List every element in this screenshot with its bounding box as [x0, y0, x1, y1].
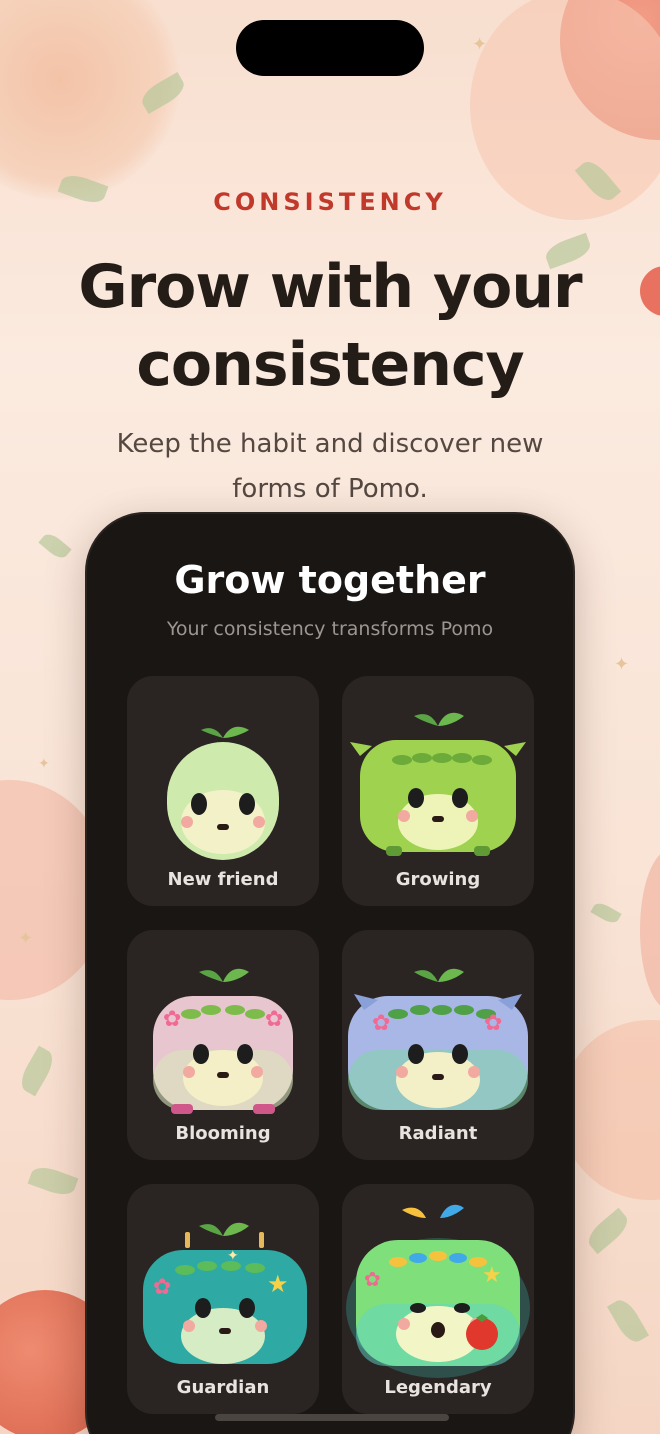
svg-text:✿: ✿: [484, 1011, 502, 1036]
stage-card: Growing: [342, 676, 534, 906]
stage-card: ✿ ✿ Blooming: [127, 930, 319, 1160]
leaf-icon: [15, 1045, 59, 1097]
stage-label: Growing: [395, 869, 481, 890]
pomo-guardian-icon: ✿ ★ ✦: [143, 1222, 307, 1364]
stage-label: Radiant: [398, 1123, 478, 1144]
svg-text:✿: ✿: [265, 1007, 283, 1032]
sparkle-icon: ✦: [18, 928, 34, 949]
svg-text:✿: ✿: [364, 1267, 381, 1291]
stage-card: ✿ ★ Legendary: [342, 1184, 534, 1414]
eyebrow-label: CONSISTENCY: [213, 188, 447, 216]
tomato-icon: [640, 266, 660, 316]
pomo-new-friend-icon: [167, 726, 279, 860]
sparkle-icon: ✦: [472, 34, 488, 55]
leaf-icon: [27, 1162, 79, 1200]
pomo-blooming-icon: ✿ ✿: [153, 968, 293, 1114]
stage-label: Legendary: [384, 1377, 492, 1398]
stage-card: ✿ ★ ✦ Guardian: [127, 1184, 319, 1414]
page-title: Grow with your consistency: [78, 252, 582, 400]
dynamic-island: [236, 20, 424, 76]
leaf-icon: [38, 530, 72, 562]
sparkle-icon: ✦: [614, 654, 630, 675]
stage-label: Guardian: [176, 1377, 270, 1398]
tomato-blob: [640, 850, 660, 1010]
leaf-icon: [590, 899, 622, 927]
svg-text:✿: ✿: [163, 1007, 181, 1032]
home-indicator: [215, 1414, 449, 1421]
leaf-icon: [583, 1207, 633, 1255]
svg-text:★: ★: [267, 1270, 289, 1298]
pomo-growing-icon: [350, 712, 526, 856]
pomo-radiant-icon: ✿ ✿: [348, 968, 528, 1110]
stage-card: New friend: [127, 676, 319, 906]
sparkle-icon: ✦: [38, 756, 50, 772]
svg-text:✦: ✦: [227, 1248, 239, 1264]
tomato-blob: [560, 1020, 660, 1200]
phone-mockup: Grow together Your consistency transform…: [85, 512, 575, 1434]
tomato-blob: [470, 0, 660, 220]
leaf-icon: [606, 1295, 650, 1347]
page-subtitle: Keep the habit and discover new forms of…: [116, 429, 544, 504]
svg-text:✿: ✿: [372, 1011, 390, 1036]
pomo-legendary-icon: ✿ ★: [346, 1204, 530, 1378]
stage-label: Blooming: [175, 1123, 271, 1144]
stage-card: ✿ ✿ Radiant: [342, 930, 534, 1160]
stage-label: New friend: [167, 869, 279, 890]
svg-text:★: ★: [482, 1263, 502, 1288]
phone-subtitle: Your consistency transforms Pomo: [166, 618, 494, 640]
svg-text:✿: ✿: [153, 1275, 171, 1300]
phone-title: Grow together: [174, 558, 486, 602]
